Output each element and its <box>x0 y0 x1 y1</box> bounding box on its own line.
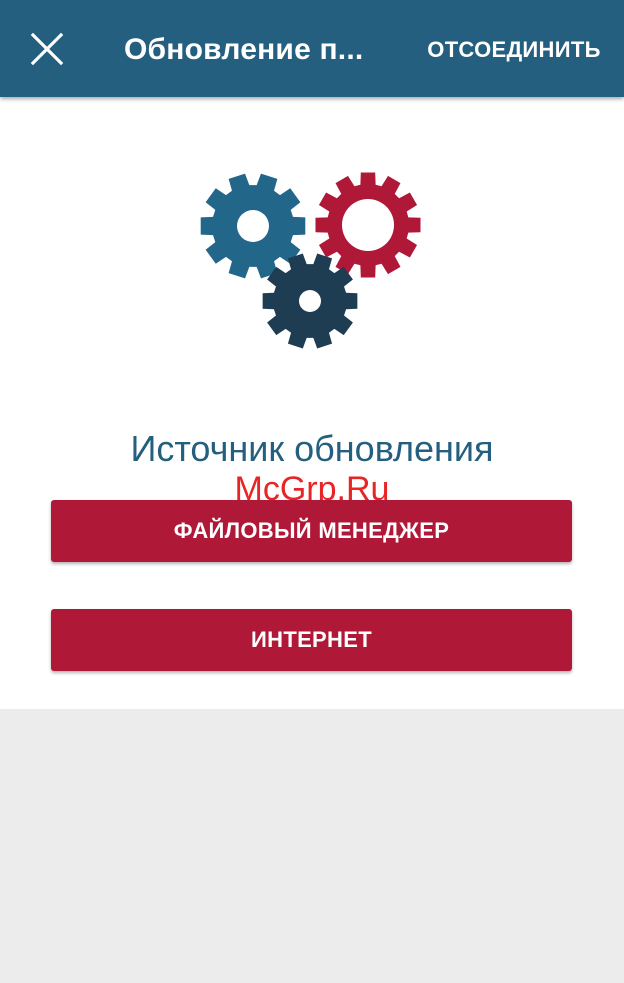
internet-button[interactable]: ИНТЕРНЕТ <box>51 609 572 671</box>
update-source-panel: Источник обновления McGrp.Ru ФАЙЛОВЫЙ МЕ… <box>0 97 624 709</box>
disconnect-button[interactable]: ОТСОЕДИНИТЬ <box>416 30 612 70</box>
gears-icon <box>200 172 421 349</box>
section-heading: Источник обновления <box>130 428 494 469</box>
gear-dark-icon <box>262 253 358 349</box>
close-icon <box>30 32 64 66</box>
empty-area <box>0 709 624 983</box>
gear-red-icon <box>315 172 421 278</box>
file-manager-button[interactable]: ФАЙЛОВЫЙ МЕНЕДЖЕР <box>51 500 572 562</box>
page-title: Обновление п... <box>124 33 364 66</box>
app-bar: Обновление п... ОТСОЕДИНИТЬ <box>0 0 624 97</box>
close-button[interactable] <box>20 22 74 76</box>
